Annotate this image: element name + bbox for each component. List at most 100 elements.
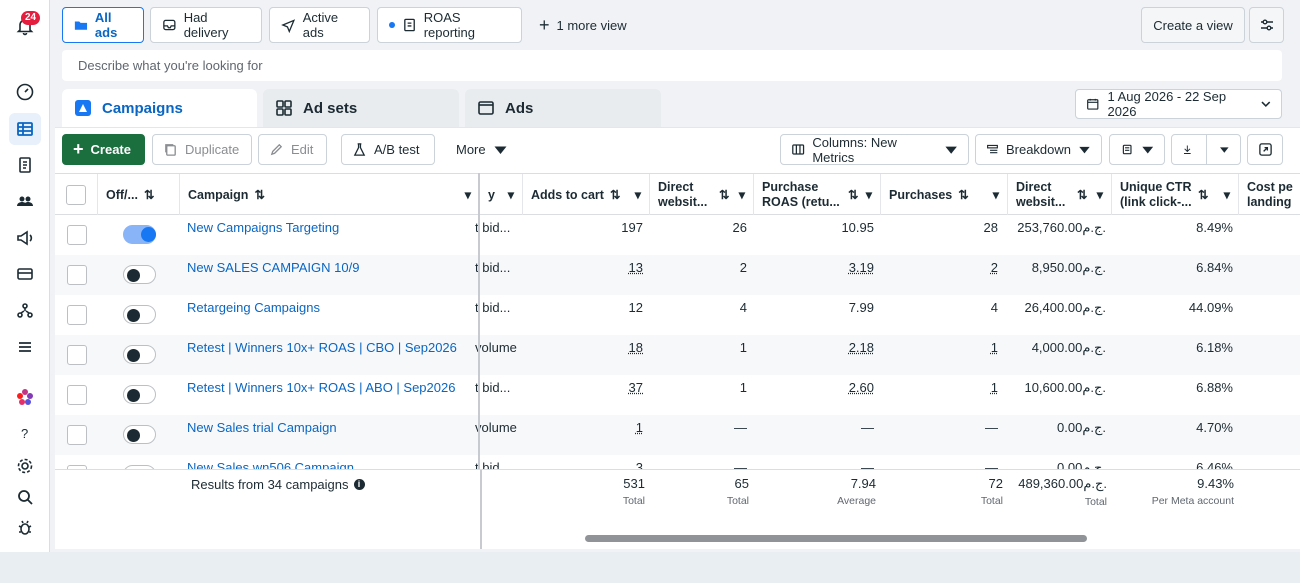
view-active-ads-button[interactable]: Active ads <box>269 7 370 43</box>
column-header-bid-strategy[interactable]: y ▾ <box>480 174 523 216</box>
campaign-name-link[interactable]: New Campaigns Targeting <box>187 215 477 255</box>
column-header-purchases[interactable]: Purchases ⇅ ▾ <box>881 174 1008 216</box>
meta-apps-flower-icon[interactable] <box>9 381 41 413</box>
bottom-strip <box>0 552 1300 583</box>
column-header-purchase-roas[interactable]: Purchase ROAS (retu... ⇅ ▾ <box>754 174 881 216</box>
campaign-on-off-toggle[interactable] <box>123 225 156 244</box>
view-had-delivery-button[interactable]: Had delivery <box>150 7 262 43</box>
column-header-direct-website-2[interactable]: Direct websit... ⇅ ▾ <box>1008 174 1112 216</box>
table-row[interactable]: Retest | Winners 10x+ ROAS | CBO | Sep20… <box>55 335 1300 375</box>
create-view-button[interactable]: Create a view <box>1141 7 1245 43</box>
unique-ctr-cell: 8.49% <box>1196 220 1233 235</box>
column-header-adds-to-cart[interactable]: Adds to cart ⇅ ▾ <box>523 174 650 216</box>
expand-button[interactable] <box>1247 134 1283 165</box>
duplicate-button[interactable]: Duplicate <box>152 134 252 165</box>
column-header-direct-website-1[interactable]: Direct websit... ⇅ ▾ <box>650 174 754 216</box>
audiences-people-icon[interactable] <box>9 185 41 217</box>
column-header-cost-per[interactable]: Cost pe landing <box>1239 174 1300 216</box>
table-row[interactable]: Retargeing Campaigns t bid... 12 4 7.99 4 26,4… <box>55 295 1300 335</box>
column-header-campaign[interactable]: Campaign ⇅ ▾ <box>180 174 480 216</box>
campaign-on-off-toggle[interactable] <box>123 345 156 364</box>
more-button[interactable]: More <box>446 134 518 165</box>
search-magnifier-icon[interactable] <box>9 481 41 513</box>
edit-button[interactable]: Edit <box>258 134 327 165</box>
column-header-unique-ctr[interactable]: Unique CTR (link click-... ⇅ ▾ <box>1112 174 1239 216</box>
table-row[interactable]: New Sales trial Campaign volume 1 — — — 0.00ج.… <box>55 415 1300 455</box>
report-bug-icon[interactable] <box>9 512 41 544</box>
more-views-label: 1 more view <box>556 17 627 33</box>
sort-arrows-icon: ⇅ <box>1198 187 1209 202</box>
export-button[interactable] <box>1171 134 1241 165</box>
direct-website-2-cell: 0.00ج.م. <box>1057 460 1106 469</box>
campaign-name-link[interactable]: Retest | Winners 10x+ ROAS | ABO | Sep20… <box>187 375 477 415</box>
row-checkbox[interactable] <box>67 345 87 365</box>
dashboard-gauge-icon[interactable] <box>9 76 41 108</box>
ads-manager-table-icon[interactable] <box>9 113 41 145</box>
campaign-on-off-toggle[interactable] <box>123 385 156 404</box>
campaign-name-link[interactable]: New Sales wn506 Campaign <box>187 455 477 469</box>
bid-strategy-cell: t bid... <box>475 220 511 235</box>
columns-button[interactable]: Columns: New Metrics <box>780 134 969 165</box>
table-row[interactable]: New Campaigns Targeting t bid... 197 26 10.9… <box>55 215 1300 255</box>
row-checkbox[interactable] <box>67 265 87 285</box>
settings-gear-icon[interactable] <box>9 450 41 482</box>
pencil-icon <box>270 143 283 156</box>
table-row[interactable]: Retest | Winners 10x+ ROAS | ABO | Sep20… <box>55 375 1300 415</box>
ctr-total-label: Per Meta account <box>1151 495 1234 507</box>
row-checkbox[interactable] <box>67 305 87 325</box>
select-all-checkbox[interactable] <box>66 185 86 205</box>
unique-ctr-total: 9.43% Per Meta account <box>1112 476 1234 507</box>
column-header-off-on[interactable]: Off/... ⇅ <box>98 174 180 216</box>
tab-campaigns[interactable]: Campaigns <box>62 89 257 127</box>
table-row[interactable]: New Sales wn506 Campaign t bid... 3 — — — 0.00… <box>55 455 1300 469</box>
integrations-nodes-icon[interactable] <box>9 295 41 327</box>
campaign-on-off-toggle[interactable] <box>123 265 156 284</box>
row-checkbox[interactable] <box>67 225 87 245</box>
caret-down-icon: ▾ <box>992 187 999 202</box>
view-roas-reporting-button[interactable]: ROAS reporting <box>377 7 522 43</box>
columns-label: Columns: New Metrics <box>812 134 897 165</box>
view-settings-button[interactable] <box>1249 7 1284 43</box>
info-icon[interactable]: i <box>353 479 365 490</box>
view-all-ads-button[interactable]: All ads <box>62 7 144 43</box>
row-toggle-cell <box>123 375 156 415</box>
row-checkbox[interactable] <box>67 385 87 405</box>
campaign-on-off-toggle[interactable] <box>123 425 156 444</box>
purchases-cell: 2 <box>990 260 998 275</box>
billing-card-icon[interactable] <box>9 258 41 290</box>
horizontal-scrollbar[interactable] <box>585 535 1087 542</box>
campaign-on-off-toggle[interactable] <box>123 305 156 324</box>
campaigns-table: Off/... ⇅ Campaign ⇅ ▾ y ▾ Adds to cart … <box>55 173 1300 549</box>
table-row[interactable]: New SALES CAMPAIGN 10/9 t bid... 13 2 3.19 2 8… <box>55 255 1300 295</box>
tab-ads[interactable]: Ads <box>465 89 661 127</box>
plus-icon: + <box>539 15 550 35</box>
unique-ctr-cell: 6.88% <box>1196 380 1233 395</box>
sort-arrows-icon: ⇅ <box>254 187 265 202</box>
row-checkbox[interactable] <box>67 425 87 445</box>
date-range-picker[interactable]: 1 Aug 2026 - 22 Sep 2026 <box>1075 89 1282 119</box>
caret-down-icon: ▾ <box>464 187 471 202</box>
campaign-megaphone-icon[interactable] <box>9 222 41 254</box>
caret-down-icon: ▾ <box>738 187 745 202</box>
ads-window-icon <box>478 101 494 115</box>
purchase-roas-average: 7.94 Average <box>754 476 876 507</box>
expand-icon <box>1258 143 1272 156</box>
reports-button[interactable] <box>1109 134 1165 165</box>
campaign-name-link[interactable]: Retargeing Campaigns <box>187 295 477 335</box>
campaign-name-link[interactable]: New SALES CAMPAIGN 10/9 <box>187 255 477 295</box>
ab-test-button[interactable]: A/B test <box>341 134 435 165</box>
campaign-name-link[interactable]: New Sales trial Campaign <box>187 415 477 455</box>
off-on-header-label: Off/... <box>106 187 138 202</box>
all-tools-menu-icon[interactable] <box>9 331 41 363</box>
search-input[interactable]: Describe what you're looking for <box>62 50 1282 81</box>
campaign-name-link[interactable]: Retest | Winners 10x+ ROAS | CBO | Sep20… <box>187 335 477 375</box>
help-question-icon[interactable]: ? <box>9 417 41 449</box>
tab-ad-sets[interactable]: Ad sets <box>263 89 459 127</box>
pages-document-icon[interactable] <box>9 149 41 181</box>
direct-website-1-total: 65 Total <box>650 476 749 507</box>
purchases-cell: 1 <box>990 340 998 355</box>
breakdown-button[interactable]: Breakdown <box>975 134 1102 165</box>
more-views-button[interactable]: + 1 more view <box>528 7 638 43</box>
create-button[interactable]: + Create <box>62 134 145 165</box>
table-header: Off/... ⇅ Campaign ⇅ ▾ y ▾ Adds to cart … <box>55 173 1300 216</box>
